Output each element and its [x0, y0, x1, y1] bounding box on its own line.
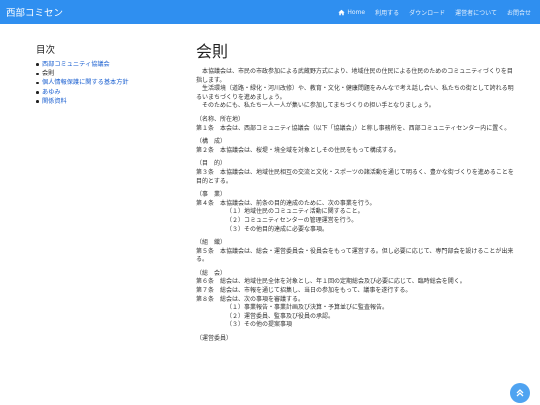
- toc-item-related-docs[interactable]: 関係資料: [36, 97, 176, 106]
- article-text: 第２条 本協議会は、桜堤・境全域を対象としその住民をもって構成する。: [196, 146, 400, 154]
- section-heading: （名称、所在地）: [196, 115, 245, 123]
- scroll-to-top-button[interactable]: [510, 383, 530, 403]
- page-title: 会則: [196, 42, 229, 61]
- main-nav: Home 利用する ダウンロード 運営者について お問合せ: [328, 8, 531, 17]
- section-heading: （事 業）: [196, 191, 227, 199]
- toc-item-history[interactable]: あゆみ: [36, 88, 176, 97]
- intro-paragraph: 本協議会は、市民の市政参加による武蔵野方式により、地域住民の住民による住民のため…: [196, 68, 513, 84]
- article-text: 第６条 総会は、地域住民全体を対象とし、年１回の定期総会及び必要に応じて、臨時総…: [196, 278, 466, 286]
- intro-paragraph: 生活環境（道路・緑化・河川改修）や、教育・文化・健康問題をみんなで考え話し合い、…: [196, 85, 514, 101]
- nav-about-operator[interactable]: 運営者について: [455, 8, 497, 17]
- section-heading: （目 的）: [196, 160, 227, 168]
- toc-item-council[interactable]: 西部コミュニティ協議会: [36, 60, 176, 69]
- nav-home-label: Home: [347, 9, 366, 16]
- article-text: 第３条 本協議会は、地域住民相互の交流と文化・スポーツの諸活動を通じて明るく、豊…: [196, 168, 514, 185]
- article-text: 第５条 本協議会は、総会・運営委員会・役員会をもって運営する。但し必要に応じて、…: [196, 247, 514, 264]
- article-text: 第７条 総会は、市報を通じて招集し、当日の参加をもって、議事を遂行する。: [196, 287, 412, 295]
- article-item: （２）コミュニティセンターの管理運営を行う。: [226, 216, 358, 224]
- main-content: 会則 本協議会は、市民の市政参加による武蔵野方式により、地域住民の住民による住民…: [196, 42, 514, 344]
- section-heading: （運営委員）: [196, 335, 233, 343]
- top-navbar: 西部コミセン Home 利用する ダウンロード 運営者について お問合せ: [0, 0, 540, 24]
- toc-title: 目次: [36, 45, 56, 56]
- double-chevron-up-icon: [516, 389, 524, 397]
- toc-list: 西部コミュニティ協議会 会則 個人情報保護に関する基本方針 あゆみ 関係資料: [36, 60, 176, 106]
- article-text: 第８条 総会は、次の事項を審議する。: [196, 295, 305, 303]
- article-item: （１）事業報告・事業計画及び決算・予算並びに監査報告。: [226, 304, 389, 312]
- toc-item-bylaws: 会則: [36, 69, 176, 78]
- toc-item-privacy-policy[interactable]: 個人情報保護に関する基本方針: [36, 78, 176, 87]
- article-item: （３）その他目的達成に必要な事項。: [226, 225, 329, 233]
- section-heading: （組 織）: [196, 239, 227, 247]
- nav-home[interactable]: Home: [338, 9, 365, 16]
- nav-download[interactable]: ダウンロード: [409, 8, 445, 17]
- sidebar-toc: 目次 西部コミュニティ協議会 会則 個人情報保護に関する基本方針 あゆみ 関係資…: [36, 42, 176, 106]
- article-text: 第１条 本会は、西部コミュニティ協議会（以下「協議会」）と称し事務所を、西部コミ…: [196, 124, 511, 132]
- home-icon: [338, 9, 346, 16]
- nav-use[interactable]: 利用する: [375, 8, 399, 17]
- intro-paragraph: そのためにも、私たち一人一人が集いに参加してまちづくりの担い手となりましょう。: [202, 102, 435, 110]
- section-heading: （構 成）: [196, 138, 227, 146]
- article-item: （３）その他の提案事項: [226, 321, 293, 329]
- nav-contact[interactable]: お問合せ: [507, 8, 531, 17]
- site-brand[interactable]: 西部コミセン: [6, 5, 63, 19]
- article-item: （１）地域住民のコミュニティ活動に関すること。: [226, 208, 364, 216]
